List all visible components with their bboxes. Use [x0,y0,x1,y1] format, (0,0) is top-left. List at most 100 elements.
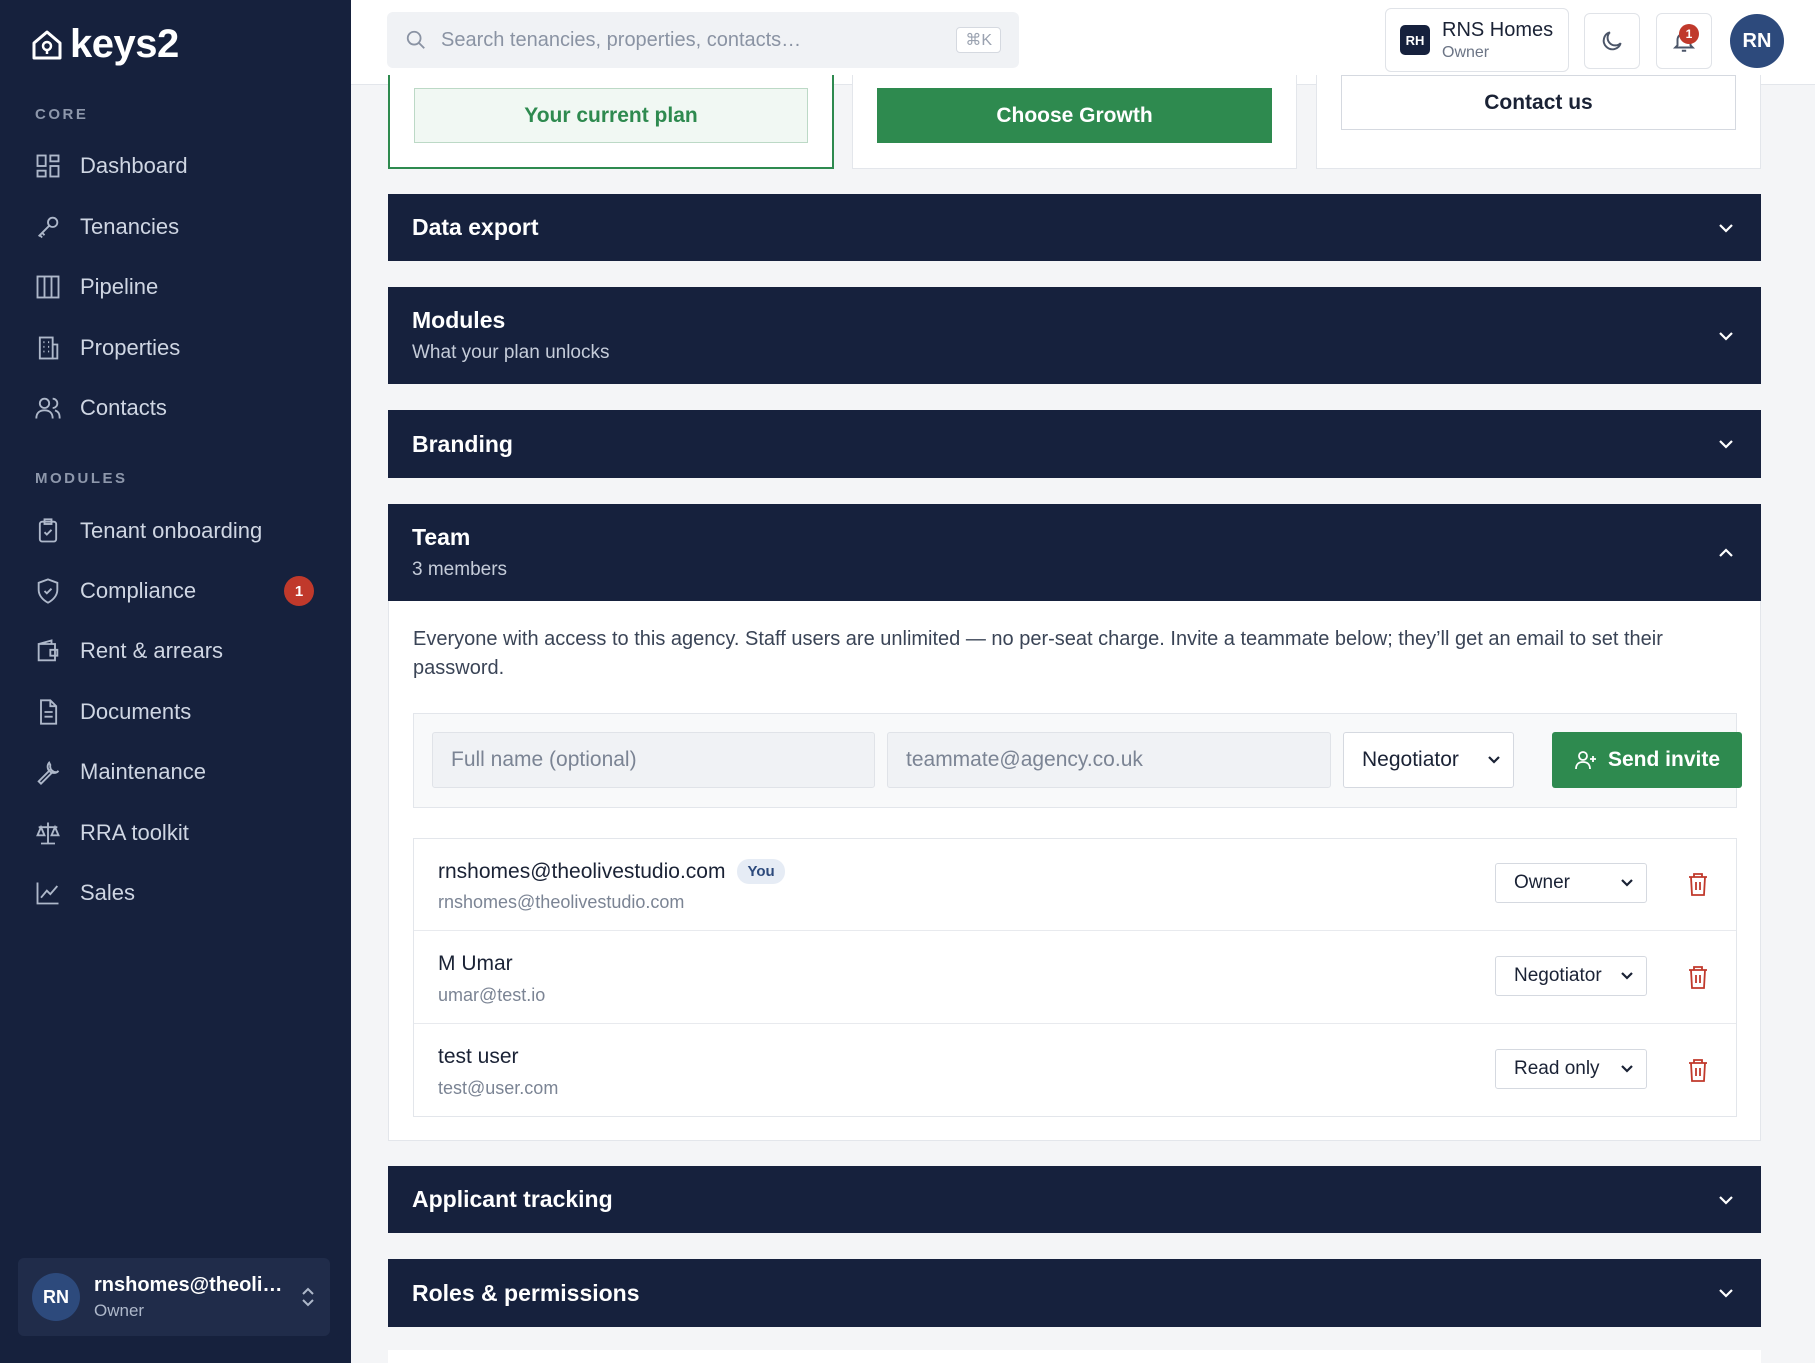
list-item: test user test@user.com Read only [414,1025,1736,1117]
accordion-title: Data export [412,214,539,240]
org-badge: RH [1400,25,1430,55]
account-meta: rnshomes@theolivestudio.com Owner [94,1274,286,1321]
sidebar-item-label: Properties [80,335,181,360]
chevron-up-icon [1719,547,1733,557]
choose-growth-button[interactable]: Choose Growth [877,88,1272,143]
sidebar-item-tenancies[interactable]: Tenancies [34,207,324,247]
modules-section-label: MODULES [35,470,128,487]
sidebar-item-label: RRA toolkit [80,820,189,845]
current-plan-button[interactable]: Your current plan [414,88,808,143]
trash-icon[interactable] [1686,964,1710,990]
building-icon [38,336,59,360]
notification-count-badge: 1 [1679,24,1699,44]
topbar: Search tenancies, properties, contacts… … [351,0,1815,85]
team-panel: Everyone with access to this agency. Sta… [388,601,1761,1141]
shield-icon [37,578,59,604]
chevron-down-icon [1719,331,1733,341]
contact-us-button[interactable]: Contact us [1341,75,1736,130]
sidebar-item-label: Sales [80,880,136,905]
sidebar-item-dashboard[interactable]: Dashboard [34,146,324,186]
account-name: rnshomes@theolivestudio.com [94,1273,286,1296]
sidebar-item-properties[interactable]: Properties [34,328,324,368]
sidebar-item-pipeline[interactable]: Pipeline [34,267,324,307]
sidebar-item-sales[interactable]: Sales [34,873,324,913]
sidebar-item-rent-arrears[interactable]: Rent & arrears [34,631,324,671]
list-item: rnshomes@theolivestudio.com You rnshomes… [414,839,1736,931]
list-item: M Umar umar@test.io Negotiator [414,932,1736,1024]
search-input[interactable]: Search tenancies, properties, contacts… … [387,12,1019,68]
chevron-down-icon [1719,1289,1733,1298]
account-switcher[interactable]: RN rnshomes@theolivestudio.com Owner [18,1258,330,1336]
sidebar-item-label: Compliance [80,578,197,603]
wrench-icon [37,761,60,785]
sidebar-item-label: Documents [80,699,192,724]
accordion-branding[interactable]: Branding [388,410,1761,478]
logo[interactable]: keys2 [30,22,179,67]
account-role: Owner [94,1300,145,1320]
member-name: rnshomes@theolivestudio.com [438,859,726,883]
accordion-modules[interactable]: Modules What your plan unlocks [388,287,1761,384]
brand-name: keys2 [70,22,179,66]
sidebar-item-compliance[interactable]: Compliance 1 [34,571,324,611]
key-icon [38,216,59,239]
member-role-select[interactable]: Owner [1495,863,1647,903]
sidebar-item-label: Maintenance [80,759,206,784]
member-role-select[interactable]: Negotiator [1495,956,1647,996]
invite-email-input[interactable]: teammate@agency.co.uk [887,732,1331,788]
invite-email-placeholder: teammate@agency.co.uk [906,748,1143,771]
invite-role-value: Negotiator [1362,748,1459,771]
invite-name-input[interactable]: Full name (optional) [432,732,875,788]
clipboard-icon [38,518,58,543]
accordion-subtitle: What your plan unlocks [412,342,610,363]
invite-role-select[interactable]: Negotiator [1343,732,1514,788]
accordion-heading: Team 3 members [412,524,507,581]
chevron-down-icon [1621,972,1633,980]
moon-icon [1602,31,1622,51]
search-shortcut: ⌘K [956,27,1001,53]
compliance-count-badge: 1 [284,576,314,606]
columns-icon [36,275,60,299]
org-meta: RNS Homes Owner [1442,19,1553,62]
search-icon [406,30,425,49]
chevron-down-icon [1719,223,1733,233]
sidebar-item-label: Dashboard [80,153,188,178]
notifications-button[interactable]: 1 [1656,13,1712,69]
invite-name-placeholder: Full name (optional) [451,748,637,771]
accordion-roles-permissions[interactable]: Roles & permissions [388,1259,1761,1327]
sidebar-item-rra-toolkit[interactable]: RRA toolkit [34,813,324,853]
accordion-subtitle: 3 members [412,559,508,580]
trash-icon[interactable] [1686,1057,1710,1083]
trash-icon[interactable] [1686,871,1710,897]
chevron-down-icon [1621,1065,1633,1073]
accordion-team[interactable]: Team 3 members [388,504,1761,601]
accordion-title: Team [412,524,471,550]
org-role: Owner [1442,43,1490,61]
sidebar-item-tenant-onboarding[interactable]: Tenant onboarding [34,511,324,551]
theme-toggle-button[interactable] [1584,13,1640,69]
user-avatar-button[interactable]: RN [1730,14,1784,68]
scales-icon [36,822,60,845]
member-email: rnshomes@theolivestudio.com [438,892,685,912]
document-icon [40,699,58,725]
accordion-data-export[interactable]: Data export [388,194,1761,261]
avatar: RN [32,1273,80,1321]
sidebar-item-label: Tenant onboarding [80,518,263,543]
member-role-value: Read only [1514,1058,1600,1079]
send-invite-button[interactable]: Send invite [1552,732,1742,788]
chevron-up-down-icon [302,1287,314,1307]
member-name: test user [438,1045,519,1068]
org-switcher[interactable]: RH RNS Homes Owner [1385,8,1569,72]
member-name: M Umar [438,952,513,975]
member-role-select[interactable]: Read only [1495,1049,1647,1089]
sidebar: keys2 CORE Dashboard Tenancies Pipeline … [0,0,351,1363]
team-description: Everyone with access to this agency. Sta… [413,628,1663,679]
sidebar-item-documents[interactable]: Documents [34,692,324,732]
sidebar-item-maintenance[interactable]: Maintenance [34,752,324,792]
next-section-peek [388,1350,1761,1363]
plan-card-growth: Choose Growth [852,75,1297,169]
plan-card-current: Your current plan [388,75,834,169]
chart-icon [36,882,59,905]
org-name: RNS Homes [1442,18,1554,41]
sidebar-item-contacts[interactable]: Contacts [34,388,324,428]
accordion-applicant-tracking[interactable]: Applicant tracking [388,1166,1761,1233]
